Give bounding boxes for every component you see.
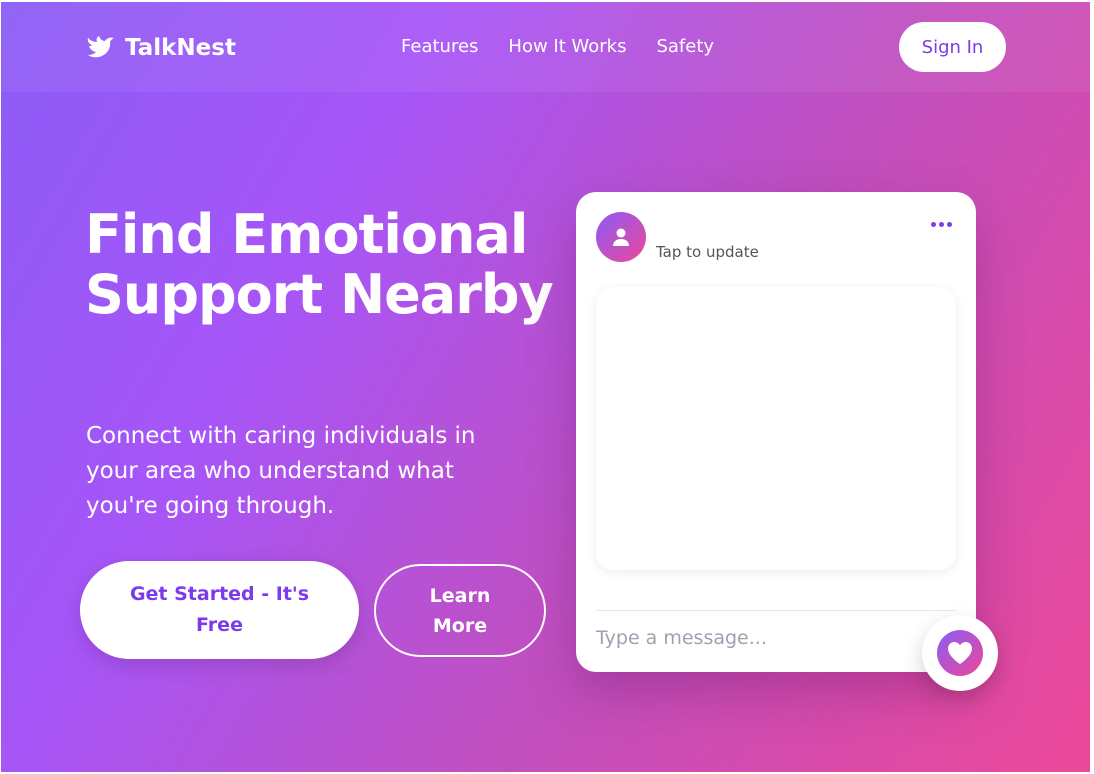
top-nav: TalkNest Features How It Works Safety Si…	[1, 2, 1090, 92]
learn-more-button[interactable]: Learn More	[374, 564, 546, 657]
user-icon	[613, 228, 629, 246]
heart-icon-circle	[937, 630, 983, 676]
heart-button[interactable]	[922, 615, 998, 691]
sign-in-button[interactable]: Sign In	[899, 22, 1006, 72]
divider	[596, 610, 956, 611]
avatar[interactable]	[596, 212, 646, 262]
status-text[interactable]: Tap to update	[656, 243, 759, 261]
hero-subtitle: Connect with caring individuals in your …	[86, 423, 476, 519]
heart-icon	[948, 642, 972, 664]
get-started-button[interactable]: Get Started - It's Free	[80, 561, 359, 659]
nav-link-how-it-works[interactable]: How It Works	[508, 36, 626, 57]
more-horizontal-icon[interactable]	[931, 222, 952, 227]
bird-icon	[87, 36, 114, 58]
nav-links: Features How It Works Safety	[401, 36, 714, 57]
chat-preview-card: Tap to update	[576, 192, 976, 672]
message-area	[596, 287, 956, 570]
hero-title: Find Emotional Support Nearby	[85, 203, 554, 326]
brand-logo[interactable]: TalkNest	[85, 32, 236, 64]
nav-link-safety[interactable]: Safety	[656, 36, 714, 57]
nav-link-features[interactable]: Features	[401, 36, 478, 57]
message-input[interactable]	[596, 620, 896, 656]
landing-page: TalkNest Features How It Works Safety Si…	[1, 2, 1090, 772]
brand-name: TalkNest	[125, 35, 236, 61]
